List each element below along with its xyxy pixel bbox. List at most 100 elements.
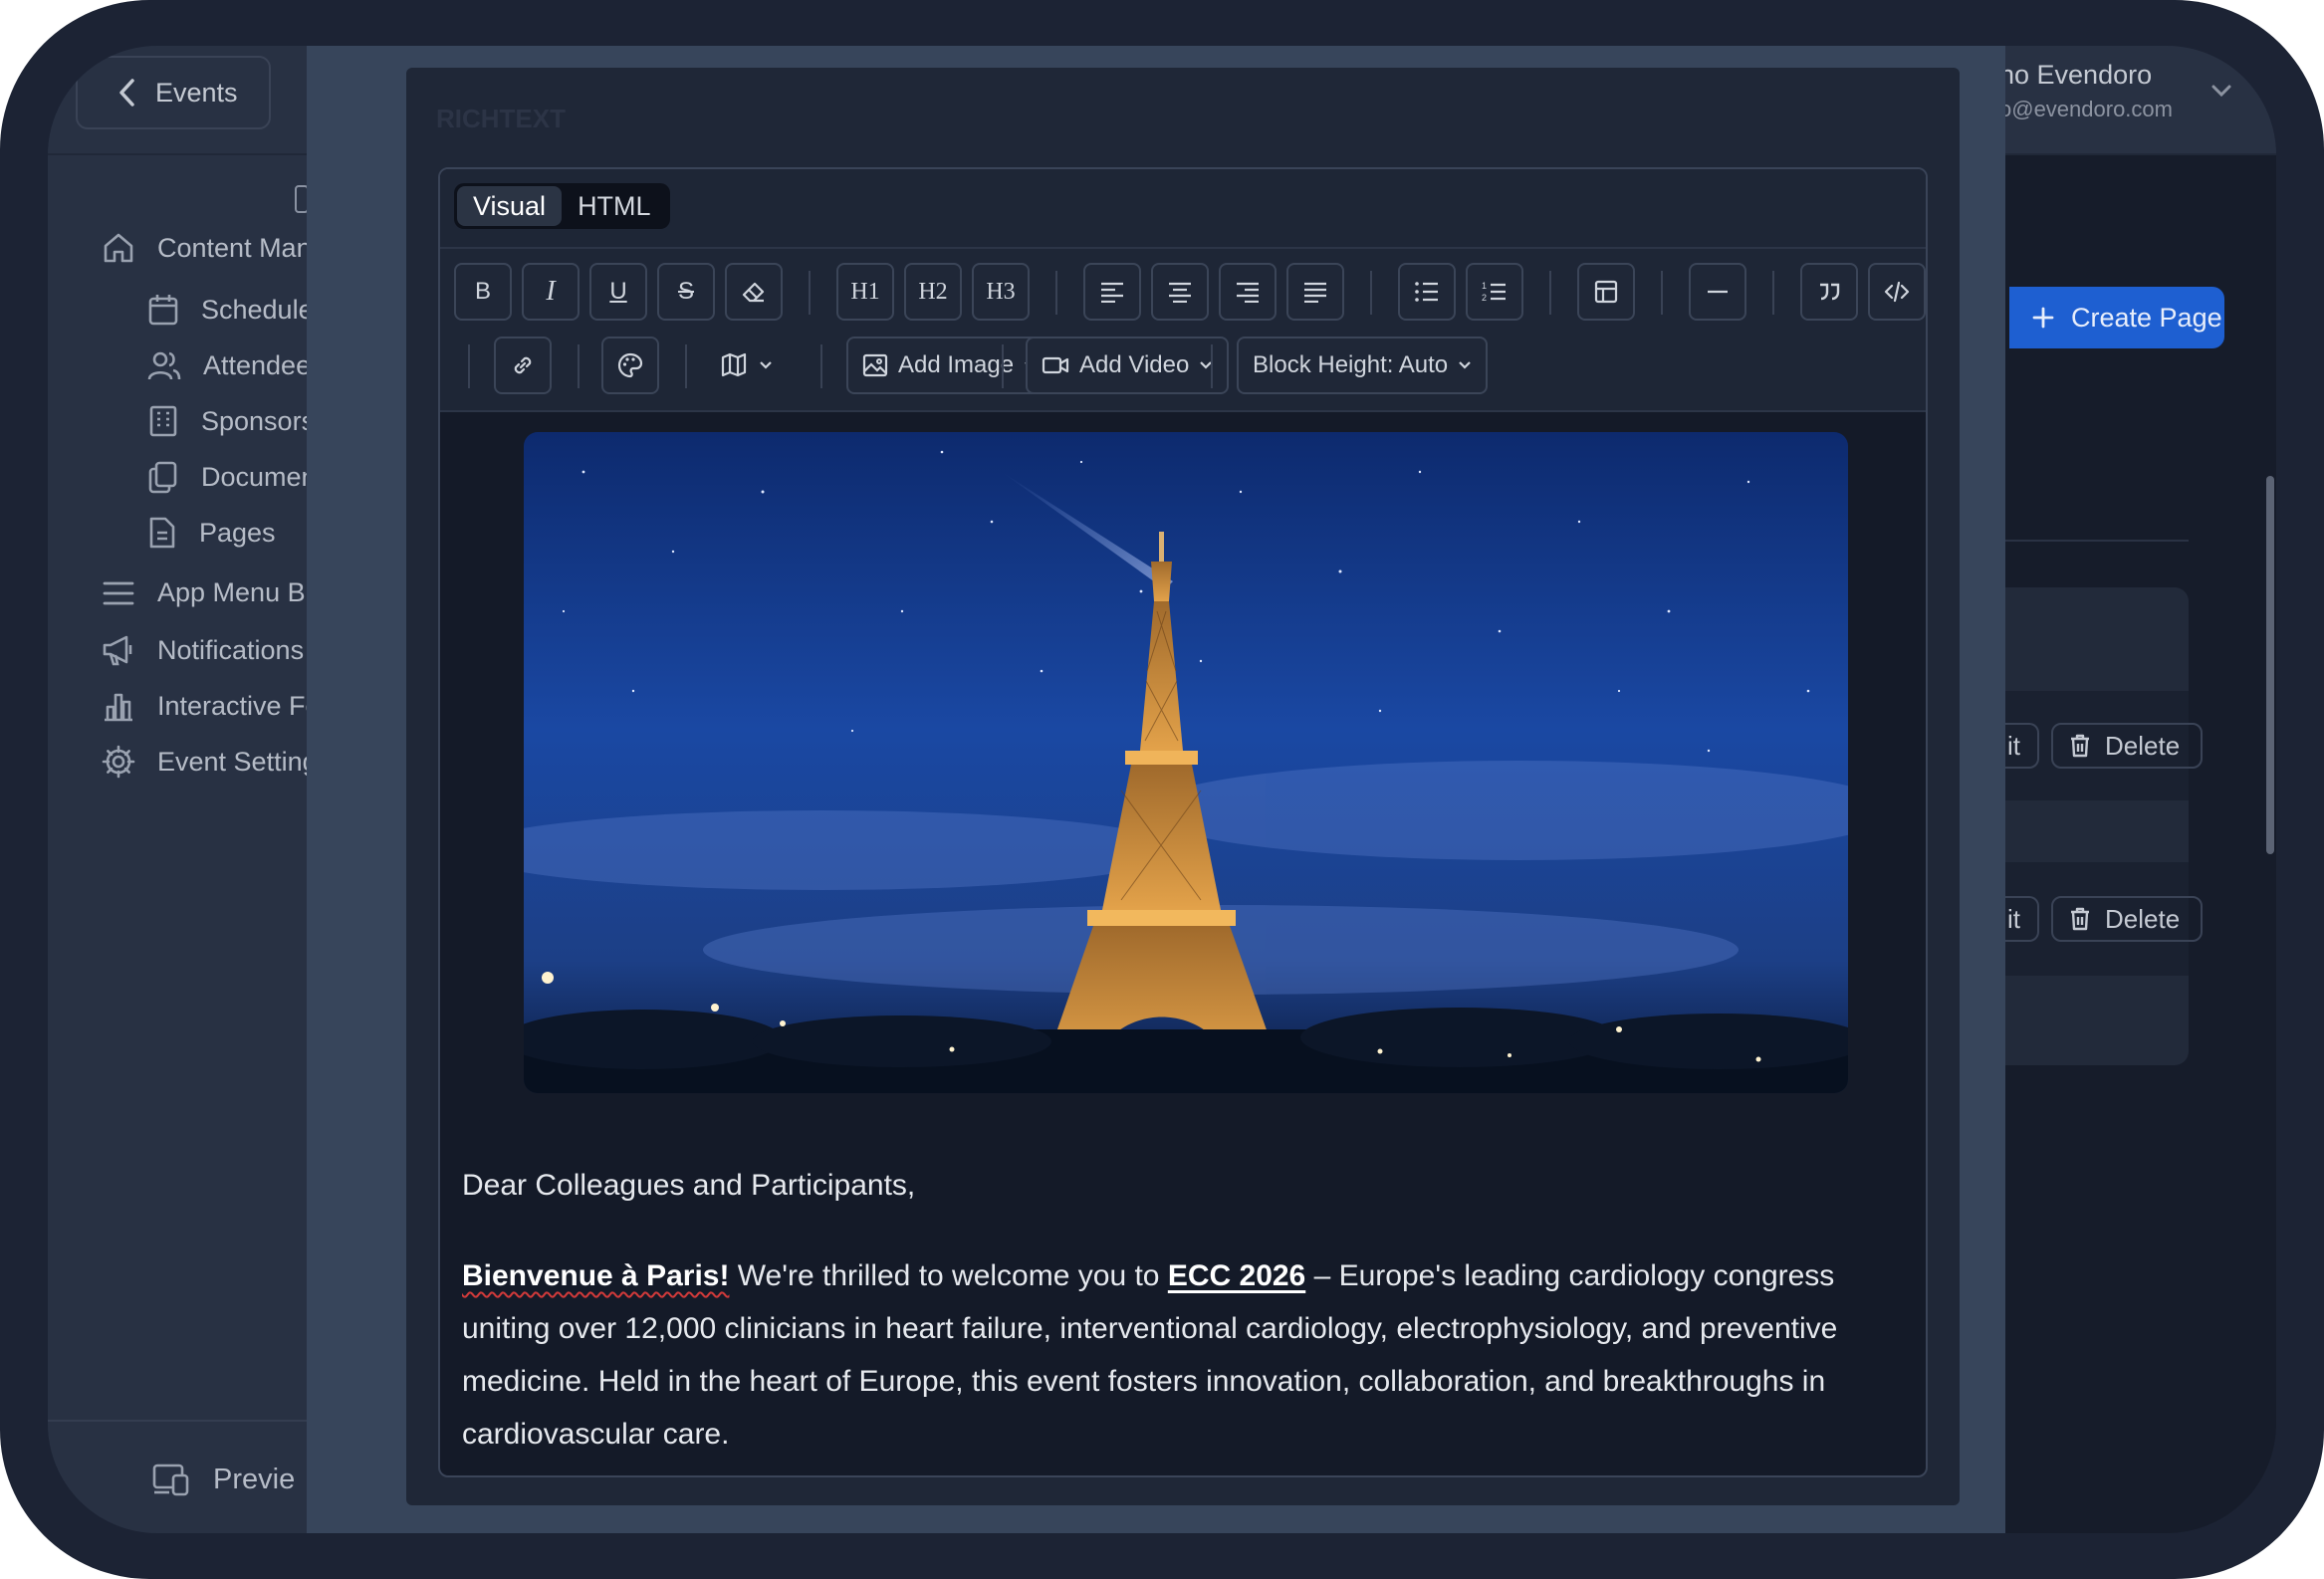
- sidebar-item-content[interactable]: Content Man: [102, 231, 312, 265]
- scrollbar[interactable]: [2266, 476, 2274, 854]
- delete-button[interactable]: Delete: [2051, 723, 2203, 769]
- heading2-button[interactable]: H2: [904, 263, 962, 321]
- sidebar-item-event-settings[interactable]: Event Setting: [102, 745, 318, 779]
- numbered-list-button[interactable]: 12: [1466, 263, 1523, 321]
- edit-button[interactable]: it: [2005, 723, 2039, 769]
- toolbar-separator: [1549, 271, 1551, 315]
- plus-icon: [2032, 307, 2054, 329]
- intro-paragraph: Bienvenue à Paris! We're thrilled to wel…: [462, 1249, 1906, 1461]
- table-button[interactable]: [1577, 263, 1635, 321]
- toolbar-separator: [1661, 271, 1663, 315]
- richtext-modal: RICHTEXT Visual HTML B I U S H1 H2 H3 1 …: [406, 68, 1960, 1505]
- toolbar-separator: [1055, 271, 1057, 315]
- edit-button[interactable]: it: [2005, 896, 2039, 942]
- chevron-down-icon: [1459, 361, 1471, 369]
- strike-label: S: [677, 278, 694, 305]
- divider: [2005, 540, 2189, 542]
- bullet-list-button[interactable]: [1398, 263, 1456, 321]
- blockquote-button[interactable]: [1800, 263, 1858, 321]
- sidebar-item-pages[interactable]: Pages: [147, 516, 276, 550]
- tab-visual[interactable]: Visual: [457, 186, 563, 226]
- menu-icon: [103, 581, 134, 604]
- eraser-icon: [742, 282, 765, 303]
- strikethrough-button[interactable]: S: [657, 263, 715, 321]
- map-dropdown[interactable]: [705, 337, 789, 394]
- users-icon: [147, 351, 181, 380]
- formatting-toolbar: B I U S H1 H2 H3 1 2 Add Image Add Video…: [440, 249, 1926, 412]
- sidebar-item-app-menu[interactable]: App Menu Bu: [102, 577, 321, 608]
- bar-chart-icon: [105, 693, 132, 722]
- back-to-events-button[interactable]: Events: [76, 56, 271, 129]
- palette-icon: [617, 352, 643, 378]
- underline-label: U: [609, 278, 627, 305]
- align-left-icon: [1101, 282, 1123, 303]
- align-center-button[interactable]: [1151, 263, 1209, 321]
- heading3-button[interactable]: H3: [972, 263, 1030, 321]
- preview-button[interactable]: Previe: [151, 1462, 295, 1497]
- clear-format-button[interactable]: [725, 263, 783, 321]
- sidebar-item-sponsors[interactable]: Sponsors: [147, 404, 315, 438]
- user-menu[interactable]: no Evendoro o@evendoro.com: [1999, 60, 2173, 122]
- sidebar-item-label: App Menu Bu: [157, 577, 321, 607]
- sidebar-item-documents[interactable]: Documen: [147, 460, 317, 494]
- calendar-icon: [148, 295, 178, 326]
- richtext-editor: Visual HTML B I U S H1 H2 H3 1 2 Add Ima…: [438, 167, 1928, 1477]
- bold-button[interactable]: B: [454, 263, 512, 321]
- toolbar-separator: [685, 344, 687, 388]
- toolbar-separator: [578, 344, 580, 388]
- device-frame: Events no Evendoro o@evendoro.com Conten…: [0, 0, 2324, 1579]
- sidebar-divider: [48, 1420, 307, 1422]
- svg-text:1: 1: [1482, 281, 1487, 291]
- sidebar-item-label: Event Setting: [157, 746, 318, 777]
- link-button[interactable]: [494, 337, 552, 394]
- map-icon: [721, 352, 747, 377]
- italic-button[interactable]: I: [522, 263, 580, 321]
- sidebar-item-label: Schedule: [201, 294, 314, 325]
- horizontal-rule-icon: [1708, 290, 1728, 294]
- link-icon: [514, 356, 532, 374]
- building-icon: [149, 405, 177, 437]
- align-justify-button[interactable]: [1286, 263, 1344, 321]
- tab-html[interactable]: HTML: [562, 186, 667, 226]
- heading1-button[interactable]: H1: [836, 263, 894, 321]
- image-icon: [862, 353, 888, 377]
- greeting-paragraph: Dear Colleagues and Participants,: [462, 1169, 916, 1202]
- delete-label: Delete: [2105, 903, 2181, 934]
- chevron-down-icon: [760, 361, 772, 369]
- edit-label: it: [2007, 903, 2020, 934]
- delete-button[interactable]: Delete: [2051, 896, 2203, 942]
- text-color-button[interactable]: [601, 337, 659, 394]
- code-button[interactable]: [1868, 263, 1926, 321]
- align-left-button[interactable]: [1083, 263, 1141, 321]
- align-right-button[interactable]: [1219, 263, 1277, 321]
- sidebar-item-schedule[interactable]: Schedule: [147, 293, 314, 327]
- block-height-dropdown[interactable]: Block Height: Auto: [1237, 337, 1489, 394]
- trash-icon: [2071, 734, 2089, 758]
- code-icon: [1884, 281, 1910, 303]
- add-image-dropdown[interactable]: Add Image: [846, 337, 1054, 394]
- underline-button[interactable]: U: [589, 263, 647, 321]
- add-image-label: Add Image: [898, 351, 1015, 378]
- sidebar-item-notifications[interactable]: Notifications: [102, 633, 304, 667]
- sidebar-item-attendees[interactable]: Attendee: [147, 348, 311, 382]
- italic-label: I: [546, 276, 556, 307]
- svg-text:2: 2: [1482, 293, 1487, 303]
- sidebar-item-interactive[interactable]: Interactive Fe: [102, 689, 321, 723]
- eiffel-tower-photo: [524, 432, 1848, 1093]
- user-email: o@evendoro.com: [1999, 97, 2173, 121]
- content-image[interactable]: [524, 432, 1848, 1093]
- horizontal-rule-button[interactable]: [1689, 263, 1746, 321]
- toolbar-separator: [1211, 344, 1213, 388]
- sidebar-item-label: Content Man: [157, 232, 312, 263]
- numbered-list-icon: 12: [1482, 281, 1506, 303]
- modal-title: RICHTEXT: [436, 104, 566, 133]
- h2-label: H2: [918, 278, 948, 305]
- edit-label: it: [2007, 730, 2020, 761]
- editor-content[interactable]: Dear Colleagues and Participants, Bienve…: [462, 1159, 1906, 1475]
- create-page-button[interactable]: Create Page: [2009, 287, 2224, 348]
- ecc-link[interactable]: ECC 2026: [1168, 1259, 1305, 1292]
- chevron-down-icon[interactable]: [2210, 84, 2232, 98]
- add-video-dropdown[interactable]: Add Video: [1026, 337, 1230, 394]
- sidebar-item-label: Attendee: [203, 349, 312, 380]
- sidebar-item-label: Notifications: [157, 634, 305, 665]
